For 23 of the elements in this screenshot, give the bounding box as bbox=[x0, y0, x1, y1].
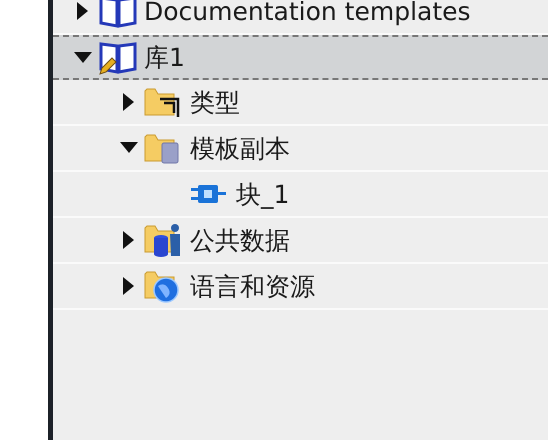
tree-row[interactable]: 公共数据 bbox=[53, 218, 548, 264]
expand-arrow-icon[interactable] bbox=[77, 2, 89, 20]
block-icon bbox=[190, 182, 228, 206]
book-icon bbox=[98, 0, 138, 28]
book-pencil-icon bbox=[98, 40, 138, 76]
tree-row[interactable]: 模板副本 bbox=[53, 126, 548, 172]
expand-arrow-icon[interactable] bbox=[123, 277, 135, 295]
tree-row[interactable]: 类型 bbox=[53, 80, 548, 126]
collapse-arrow-icon[interactable] bbox=[74, 52, 92, 64]
tree-row[interactable]: 块_1 bbox=[53, 172, 548, 218]
expand-arrow-icon[interactable] bbox=[123, 93, 135, 111]
item-label: 库1 bbox=[144, 45, 185, 70]
item-label: 公共数据 bbox=[190, 228, 290, 252]
item-label: 类型 bbox=[190, 90, 240, 114]
tree-row[interactable]: 语言和资源 bbox=[53, 264, 548, 310]
tree-row[interactable]: 库1 bbox=[53, 35, 548, 80]
folder-person-icon bbox=[144, 222, 182, 258]
item-label: Documentation templates bbox=[144, 0, 471, 24]
item-label: 模板副本 bbox=[190, 136, 290, 160]
expand-arrow-icon[interactable] bbox=[123, 231, 135, 249]
item-label: 语言和资源 bbox=[190, 274, 315, 298]
item-label: 块_1 bbox=[236, 182, 290, 206]
collapse-arrow-icon[interactable] bbox=[120, 142, 138, 154]
